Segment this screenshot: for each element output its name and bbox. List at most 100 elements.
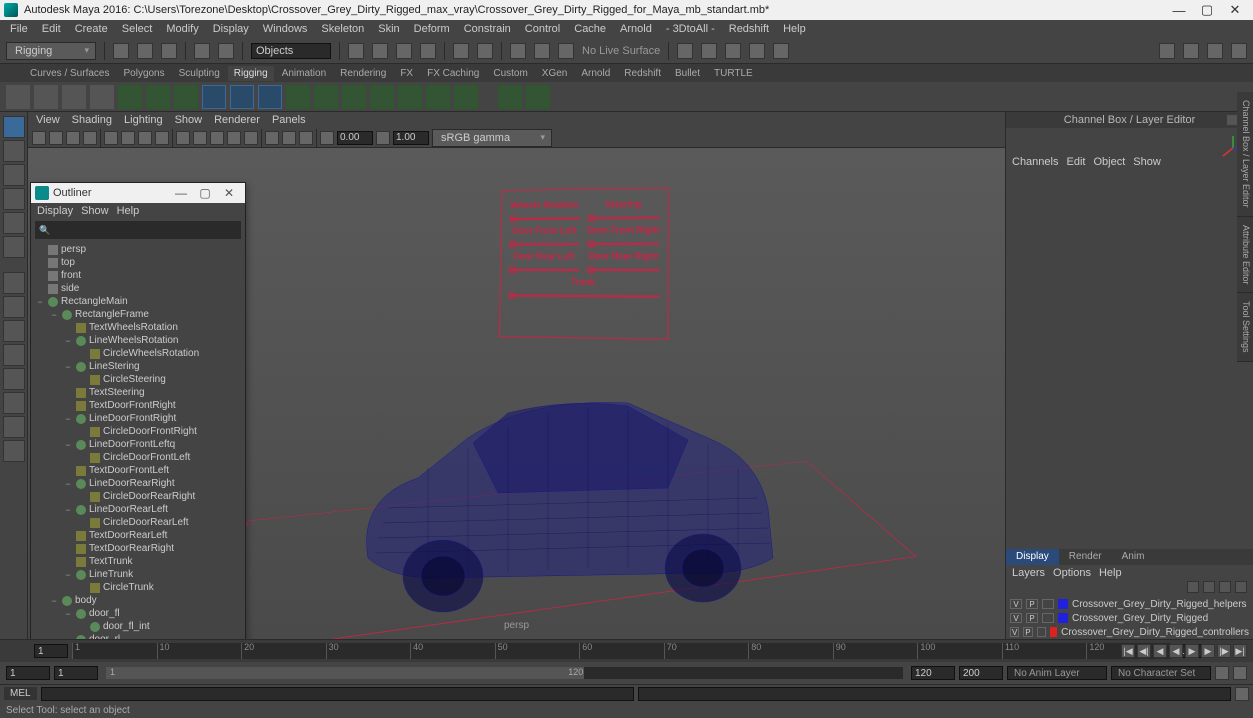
isolate-icon[interactable] xyxy=(265,131,279,145)
image-plane-icon[interactable] xyxy=(83,131,97,145)
menu-cache[interactable]: Cache xyxy=(568,22,612,36)
cb-menu-item[interactable]: Show xyxy=(1133,156,1161,168)
outliner-menu-item[interactable]: Show xyxy=(81,205,109,217)
shelf-tab[interactable]: Redshift xyxy=(618,66,667,81)
shadows-icon[interactable] xyxy=(244,131,258,145)
menu-file[interactable]: File xyxy=(4,22,34,36)
outliner-node[interactable]: −LineTrunk xyxy=(31,568,245,581)
shelf-icon[interactable] xyxy=(34,85,58,109)
outliner-node[interactable]: persp xyxy=(31,243,245,256)
outliner-node[interactable]: −RectangleFrame xyxy=(31,308,245,321)
layer-color-swatch[interactable] xyxy=(1058,599,1068,609)
side-tab[interactable]: Tool Settings xyxy=(1237,293,1253,362)
hik-icon[interactable] xyxy=(1207,43,1223,59)
expand-toggle[interactable]: − xyxy=(63,635,73,640)
last-tool[interactable] xyxy=(3,236,25,258)
range-inner-end-field[interactable]: 120 xyxy=(911,666,955,680)
outliner-node[interactable]: −body xyxy=(31,594,245,607)
layout-1-icon[interactable] xyxy=(677,43,693,59)
gate-mask-icon[interactable] xyxy=(155,131,169,145)
menu-skeleton[interactable]: Skeleton xyxy=(315,22,370,36)
modeling-toolkit-icon[interactable] xyxy=(1183,43,1199,59)
command-input[interactable] xyxy=(41,687,634,701)
panel-menu-item[interactable]: Renderer xyxy=(214,114,260,126)
outliner-node[interactable]: TextDoorRearLeft xyxy=(31,529,245,542)
layer-row[interactable]: VPCrossover_Grey_Dirty_Rigged_helpers xyxy=(1006,597,1253,611)
layer-type[interactable] xyxy=(1042,599,1054,609)
custom-layout-icon[interactable] xyxy=(3,440,25,462)
lasso-tool[interactable] xyxy=(3,140,25,162)
outliner-node[interactable]: −LineDoorRearLeft xyxy=(31,503,245,516)
outliner-node[interactable]: CircleWheelsRotation xyxy=(31,347,245,360)
shelf-tab[interactable]: Animation xyxy=(276,66,332,81)
three-pane-icon[interactable] xyxy=(3,344,25,366)
color-management-dropdown[interactable]: sRGB gamma xyxy=(432,129,552,147)
outliner-node[interactable]: CircleSteering xyxy=(31,373,245,386)
shelf-tab[interactable]: Polygons xyxy=(117,66,170,81)
range-end-field[interactable]: 200 xyxy=(959,666,1003,680)
minimize-button[interactable]: — xyxy=(1165,1,1193,19)
ipr-icon[interactable] xyxy=(534,43,550,59)
single-pane-icon[interactable] xyxy=(3,272,25,294)
layer-color-swatch[interactable] xyxy=(1050,627,1057,637)
step-back-icon[interactable]: ◀ xyxy=(1153,644,1167,658)
go-start-icon[interactable]: |◀ xyxy=(1121,644,1135,658)
shelf-ik-icon[interactable] xyxy=(146,85,170,109)
outliner-node[interactable]: CircleDoorRearLeft xyxy=(31,516,245,529)
prefs-icon[interactable] xyxy=(1233,666,1247,680)
layer-tab[interactable]: Render xyxy=(1059,549,1112,565)
select-tool[interactable] xyxy=(3,116,25,138)
shelf-tab[interactable]: XGen xyxy=(536,66,574,81)
outliner-menu-item[interactable]: Display xyxy=(37,205,73,217)
outliner-node[interactable]: front xyxy=(31,269,245,282)
cb-menu-item[interactable]: Channels xyxy=(1012,156,1058,168)
layout-5-icon[interactable] xyxy=(773,43,789,59)
time-ruler[interactable]: 1102030405060708090100110120 xyxy=(72,643,1171,659)
layer-tab[interactable]: Anim xyxy=(1112,549,1155,565)
outliner-search[interactable] xyxy=(35,221,241,239)
range-track[interactable]: 1 120 xyxy=(106,667,903,679)
move-tool[interactable] xyxy=(3,164,25,186)
start-frame-field[interactable]: 1 xyxy=(34,644,68,658)
shelf-tab[interactable]: Sculpting xyxy=(173,66,226,81)
cb-menu-item[interactable]: Object xyxy=(1093,156,1125,168)
history-off-icon[interactable] xyxy=(477,43,493,59)
layer-menu-item[interactable]: Help xyxy=(1099,567,1122,579)
shelf-constraint-icon[interactable] xyxy=(286,85,310,109)
side-tab[interactable]: Channel Box / Layer Editor xyxy=(1237,92,1253,217)
attribute-editor-toggle-icon[interactable] xyxy=(1231,43,1247,59)
move-layer-up-icon[interactable] xyxy=(1187,581,1199,593)
outliner-node[interactable]: −LineDoorRearRight xyxy=(31,477,245,490)
layer-type[interactable] xyxy=(1042,613,1054,623)
resolution-gate-icon[interactable] xyxy=(138,131,152,145)
menu-redshift[interactable]: Redshift xyxy=(723,22,775,36)
outliner-tree[interactable]: persptopfrontside−RectangleMain−Rectangl… xyxy=(31,241,245,639)
shelf-joint-icon[interactable] xyxy=(118,85,142,109)
outliner-node[interactable]: TextSteering xyxy=(31,386,245,399)
menu-windows[interactable]: Windows xyxy=(257,22,314,36)
outliner-node[interactable]: CircleDoorFrontLeft xyxy=(31,451,245,464)
layout-4-icon[interactable] xyxy=(749,43,765,59)
outliner-node[interactable]: −door_fl xyxy=(31,607,245,620)
grid-icon[interactable] xyxy=(104,131,118,145)
outliner-node[interactable]: −door_rl xyxy=(31,633,245,639)
gamma-field[interactable]: 1.00 xyxy=(393,131,429,145)
layer-playback[interactable]: P xyxy=(1026,599,1038,609)
outliner-node[interactable]: TextDoorRearRight xyxy=(31,542,245,555)
snap-point-icon[interactable] xyxy=(396,43,412,59)
outliner-node[interactable]: top xyxy=(31,256,245,269)
outliner-menu-item[interactable]: Help xyxy=(117,205,140,217)
snap-plane-icon[interactable] xyxy=(420,43,436,59)
outliner-node[interactable]: TextDoorFrontRight xyxy=(31,399,245,412)
menu-deform[interactable]: Deform xyxy=(408,22,456,36)
shelf-icon[interactable] xyxy=(90,85,114,109)
xray-icon[interactable] xyxy=(282,131,296,145)
menu-control[interactable]: Control xyxy=(519,22,566,36)
film-gate-icon[interactable] xyxy=(121,131,135,145)
script-editor-icon[interactable] xyxy=(1235,687,1249,701)
shelf-lattice-icon[interactable] xyxy=(202,85,226,109)
shelf-tab[interactable]: TURTLE xyxy=(708,66,759,81)
panel-menu-item[interactable]: Shading xyxy=(72,114,112,126)
outliner-node[interactable]: TextWheelsRotation xyxy=(31,321,245,334)
maximize-button[interactable]: ▢ xyxy=(1193,1,1221,19)
